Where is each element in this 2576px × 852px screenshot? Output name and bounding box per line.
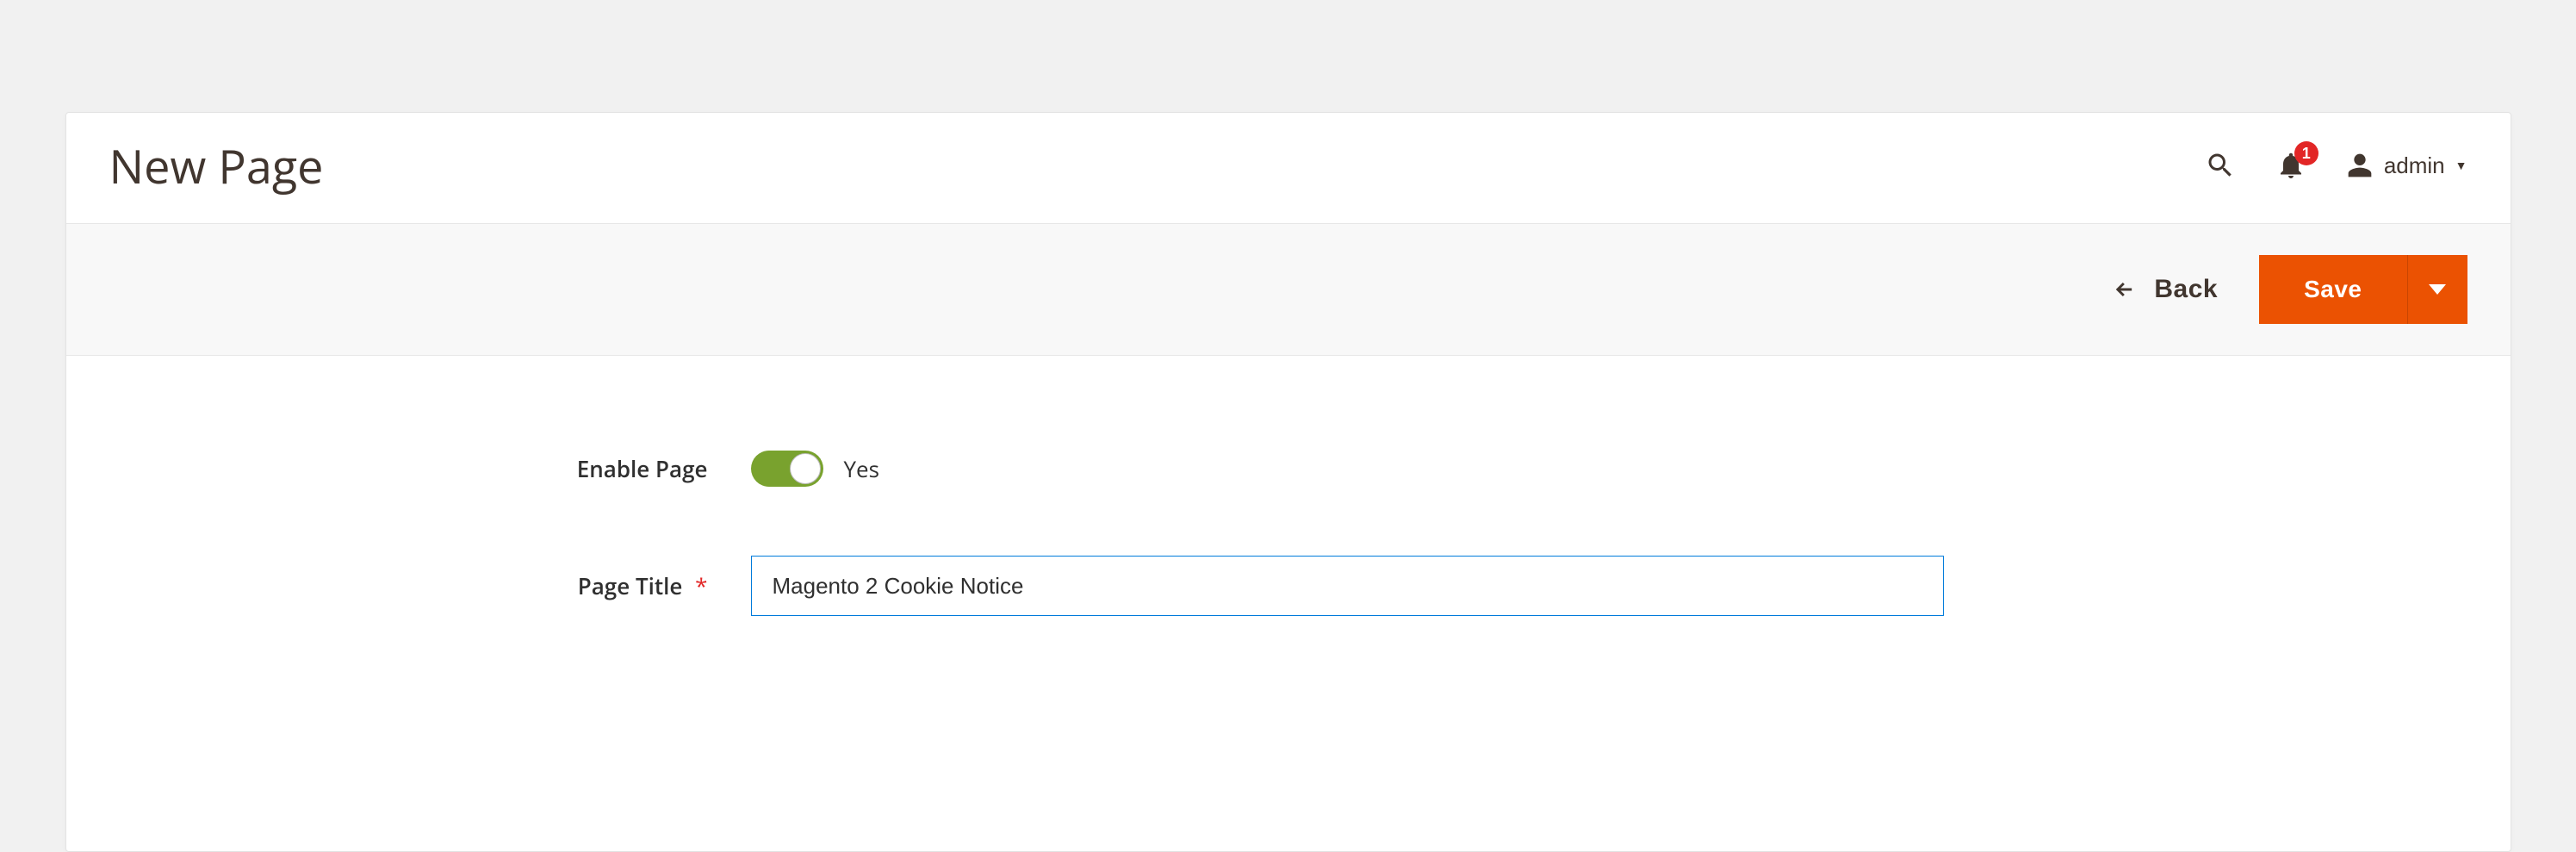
enable-page-toggle[interactable] xyxy=(751,451,823,487)
search-icon xyxy=(2205,150,2236,181)
page-title-input[interactable] xyxy=(751,556,1944,616)
search-button[interactable] xyxy=(2205,150,2236,181)
enable-page-value: Yes xyxy=(844,453,880,484)
notifications-button[interactable]: 1 xyxy=(2275,150,2306,181)
page-header: New Page 1 admin ▼ xyxy=(66,113,2511,223)
page-title-label: Page Title * xyxy=(109,570,751,601)
action-bar: Back Save xyxy=(66,223,2511,356)
page-title: New Page xyxy=(109,134,324,197)
user-menu-button[interactable]: admin ▼ xyxy=(2346,152,2467,179)
toggle-knob xyxy=(790,453,821,484)
form-area: Enable Page Yes Page Title * xyxy=(66,356,2511,719)
arrow-left-icon xyxy=(2113,277,2137,302)
enable-page-row: Enable Page Yes xyxy=(109,451,2467,487)
enable-page-label: Enable Page xyxy=(109,453,751,484)
caret-down-icon: ▼ xyxy=(2455,159,2467,172)
required-marker: * xyxy=(695,570,707,601)
save-button-group: Save xyxy=(2259,255,2467,324)
user-icon xyxy=(2346,152,2374,179)
page-panel: New Page 1 admin ▼ Back Save xyxy=(65,112,2511,852)
back-button[interactable]: Back xyxy=(2113,275,2218,304)
save-dropdown-button[interactable] xyxy=(2407,255,2467,324)
caret-down-icon xyxy=(2429,284,2446,295)
back-label: Back xyxy=(2154,275,2218,304)
save-button[interactable]: Save xyxy=(2259,255,2406,324)
user-label: admin xyxy=(2384,152,2445,179)
notifications-badge: 1 xyxy=(2294,141,2318,165)
page-title-row: Page Title * xyxy=(109,556,2467,616)
header-actions: 1 admin ▼ xyxy=(2205,150,2467,181)
